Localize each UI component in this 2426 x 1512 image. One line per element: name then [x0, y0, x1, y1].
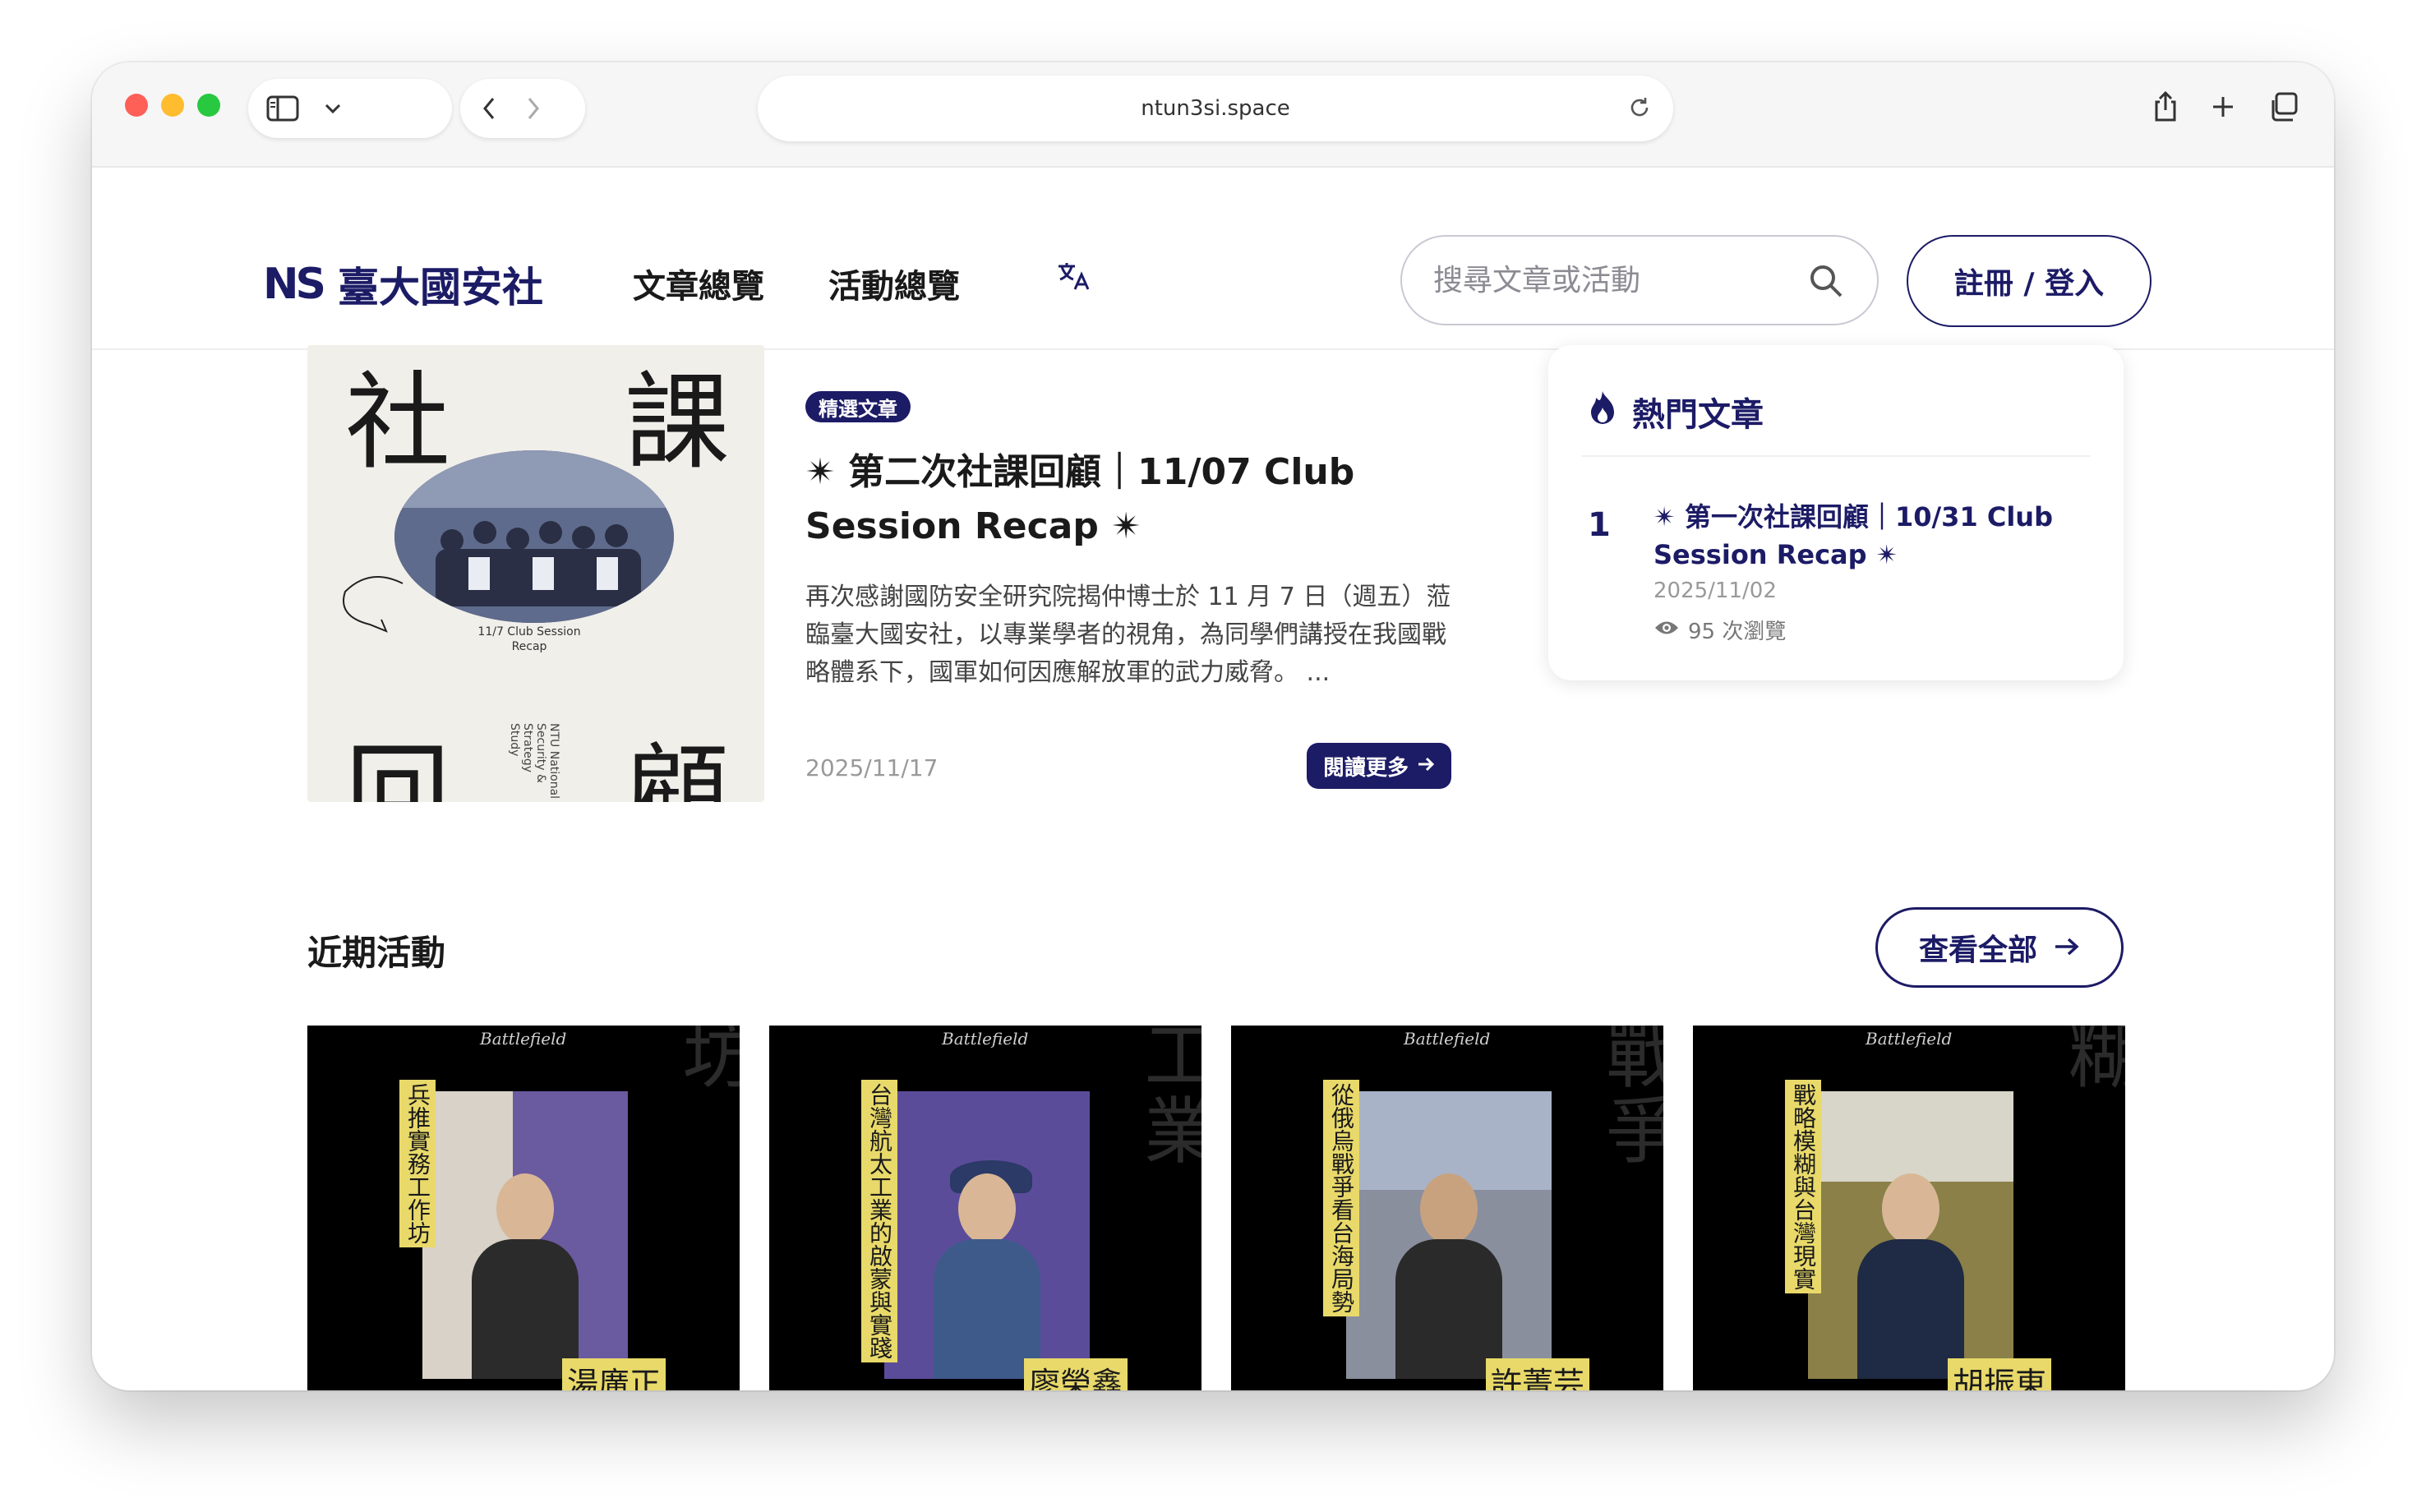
- browser-toolbar: ntun3si.space: [92, 62, 2334, 168]
- event-speaker: 胡振東: [1947, 1358, 2051, 1390]
- popular-article-title[interactable]: ✴︎ 第一次社課回顧｜10/31 Club Session Recap ✴︎: [1653, 498, 2064, 574]
- event-series: Battlefield: [1404, 1029, 1491, 1049]
- event-speaker: 廖榮鑫: [1023, 1358, 1128, 1390]
- event-card[interactable]: 推實務工作坊 Battlefield 兵推實務工作坊 湯廣正: [307, 1026, 740, 1390]
- popular-heading: 熱門文章: [1588, 388, 1764, 436]
- brand-name: 臺大國安社: [337, 264, 543, 311]
- chevron-down-icon[interactable]: [324, 103, 342, 114]
- featured-title[interactable]: ✴︎ 第二次社課回顧｜11/07 Club Session Recap ✴︎: [805, 445, 1397, 554]
- event-series: Battlefield: [480, 1029, 567, 1049]
- nav-articles[interactable]: 文章總覽: [633, 260, 764, 307]
- featured-date: 2025/11/17: [805, 754, 939, 781]
- event-series: Battlefield: [942, 1029, 1029, 1049]
- events-list: 推實務工作坊 Battlefield 兵推實務工作坊 湯廣正 啟蒙實務太工業 B…: [307, 1026, 2125, 1390]
- ghost-text: 台海局勢烏戰爭: [1594, 1026, 1663, 1169]
- ghost-text: 啟蒙實務太工業: [1132, 1026, 1201, 1169]
- event-title: 兵推實務工作坊: [399, 1080, 436, 1247]
- arrow-right-icon: [2054, 931, 2080, 965]
- event-title: 台灣航太工業的啟蒙與實踐: [861, 1080, 897, 1362]
- nav-events[interactable]: 活動總覽: [828, 260, 960, 307]
- address-bar[interactable]: ntun3si.space: [758, 76, 1673, 141]
- event-card[interactable]: 啟蒙實務太工業 Battlefield 台灣航太工業的啟蒙與實踐 廖榮鑫: [769, 1026, 1201, 1390]
- poster-caption: 11/7 Club Session Recap: [477, 625, 581, 653]
- window-controls: [125, 94, 220, 117]
- popular-rank: 1: [1588, 506, 1611, 544]
- speech-bubble-icon: [343, 576, 404, 633]
- ghost-text: 灣現實略模糊: [2056, 1026, 2125, 1093]
- site-header: NS 臺大國安社 文章總覽 活動總覽 註冊 / 登入: [92, 168, 2334, 350]
- forward-icon[interactable]: [526, 96, 541, 121]
- history-nav-group: [460, 79, 585, 138]
- poster-char: 顧: [625, 733, 731, 802]
- brand-link[interactable]: NS 臺大國安社: [263, 255, 543, 314]
- translate-icon[interactable]: [1057, 261, 1091, 294]
- close-window-button[interactable]: [125, 94, 148, 117]
- fire-icon: [1588, 390, 1617, 434]
- search-field[interactable]: [1400, 235, 1879, 325]
- poster-char: 課: [625, 362, 731, 484]
- views-count: 95 次瀏覽: [1688, 620, 1787, 644]
- event-photo: [422, 1091, 628, 1379]
- event-speaker: 許菁芸: [1485, 1358, 1589, 1390]
- read-more-label: 閱讀更多: [1323, 755, 1409, 781]
- event-card[interactable]: 台海局勢烏戰爭 Battlefield 從俄烏戰爭看台海局勢 許菁芸: [1231, 1026, 1663, 1390]
- event-title: 戰略模糊與台灣現實: [1785, 1080, 1821, 1293]
- featured-article-image[interactable]: 社 課 回 顧 11/7 Club Session Recap NTU Nati…: [307, 345, 764, 802]
- tabs-overview-icon[interactable]: [2267, 90, 2299, 123]
- view-all-button[interactable]: 查看全部: [1875, 907, 2124, 988]
- event-photo: [1808, 1091, 2013, 1379]
- speaker-figure: [1857, 1173, 1964, 1379]
- read-more-button[interactable]: 閱讀更多: [1307, 743, 1452, 789]
- event-card[interactable]: 灣現實略模糊 Battlefield 戰略模糊與台灣現實 胡振東: [1693, 1026, 2125, 1390]
- zoom-window-button[interactable]: [197, 94, 220, 117]
- browser-window: ntun3si.space NS 臺大國安社 文章總覽 活動總覽 搜尋文章或活動…: [92, 62, 2334, 1390]
- ghost-text: 推實務工作坊: [671, 1026, 740, 1093]
- search-icon[interactable]: [1808, 263, 1844, 307]
- popular-article-views: 95 次瀏覽: [1653, 615, 1786, 645]
- poster-side-text: NTU National Security & Strategy Study: [508, 723, 560, 800]
- poster-char: 回: [345, 733, 451, 802]
- recent-events-heading: 近期活動: [307, 933, 446, 973]
- share-icon[interactable]: [2152, 90, 2179, 123]
- event-title: 從俄烏戰爭看台海局勢: [1323, 1080, 1359, 1316]
- toolbar-actions: [2152, 90, 2299, 123]
- speaker-figure: [1395, 1173, 1502, 1379]
- event-speaker: 湯廣正: [561, 1358, 666, 1390]
- event-photo: [1346, 1091, 1552, 1379]
- back-icon[interactable]: [482, 96, 496, 121]
- divider: [1581, 455, 2091, 457]
- poster-group-photo: [394, 450, 674, 623]
- featured-summary: 再次感謝國防安全研究院揭仲博士於 11 月 7 日（週五）蒞臨臺大國安社，以專業…: [805, 583, 1451, 687]
- featured-tag: 精選文章: [805, 391, 911, 422]
- speaker-figure: [934, 1160, 1040, 1379]
- url-text: ntun3si.space: [1141, 96, 1290, 121]
- sidebar-toggle-group: [248, 79, 452, 138]
- brand-logo: NS: [263, 260, 326, 309]
- event-photo: [884, 1091, 1090, 1379]
- view-all-label: 查看全部: [1918, 933, 2037, 967]
- search-input[interactable]: [1433, 263, 1795, 297]
- popular-heading-label: 熱門文章: [1632, 396, 1764, 434]
- poster-char: 社: [345, 362, 451, 484]
- reload-icon[interactable]: [1627, 95, 1652, 126]
- popular-article-date: 2025/11/02: [1653, 579, 1777, 603]
- new-tab-icon[interactable]: [2209, 90, 2237, 123]
- sidebar-icon[interactable]: [266, 95, 299, 122]
- minimize-window-button[interactable]: [161, 94, 184, 117]
- arrow-right-icon: [1417, 754, 1435, 778]
- event-series: Battlefield: [1866, 1029, 1953, 1049]
- eye-icon: [1653, 618, 1680, 643]
- speaker-figure: [472, 1173, 579, 1379]
- popular-articles-card: 熱門文章 1 ✴︎ 第一次社課回顧｜10/31 Club Session Rec…: [1548, 345, 2124, 680]
- login-button[interactable]: 註冊 / 登入: [1907, 235, 2152, 327]
